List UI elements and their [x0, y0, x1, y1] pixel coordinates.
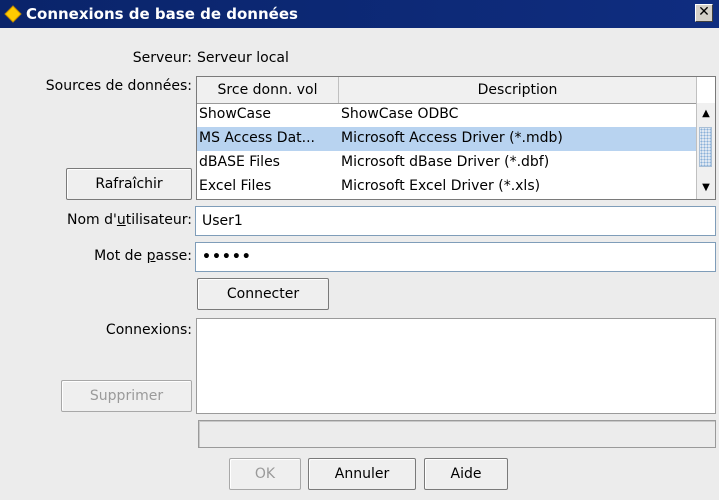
- scroll-up-icon[interactable]: ▲: [697, 105, 715, 123]
- column-header-name[interactable]: Srce donn. vol: [197, 77, 339, 103]
- username-input[interactable]: User1: [195, 206, 716, 236]
- row-name: Excel Files: [199, 178, 272, 194]
- password-input[interactable]: •••••: [195, 242, 716, 272]
- username-label: Nom d'utilisateur:: [67, 212, 192, 228]
- password-label: Mot de passe:: [94, 248, 192, 264]
- column-header-description[interactable]: Description: [339, 77, 697, 103]
- row-description: Microsoft Excel Driver (*.xls): [341, 178, 541, 194]
- diamond-icon: [4, 5, 22, 23]
- status-field: [198, 420, 716, 448]
- row-description: Microsoft dBase Driver (*.dbf): [341, 154, 550, 170]
- row-name: MS Access Dat...: [199, 130, 315, 146]
- connections-list[interactable]: [196, 318, 716, 414]
- cancel-button[interactable]: Annuler: [308, 458, 416, 490]
- row-name: ShowCase: [199, 106, 272, 122]
- delete-button[interactable]: Supprimer: [61, 380, 192, 412]
- table-row[interactable]: Excel Files Microsoft Excel Driver (*.xl…: [197, 175, 697, 199]
- connections-label: Connexions:: [105, 322, 192, 338]
- data-sources-table: Srce donn. vol Description ShowCase Show…: [196, 76, 716, 200]
- row-description: Microsoft Access Driver (*.mdb): [341, 130, 563, 146]
- connect-button[interactable]: Connecter: [197, 278, 329, 310]
- scroll-down-icon[interactable]: ▼: [697, 179, 715, 197]
- table-scrollbar[interactable]: ▲ ▼: [696, 103, 715, 199]
- title-bar: Connexions de base de données ✕: [0, 0, 719, 28]
- table-row[interactable]: dBASE Files Microsoft dBase Driver (*.db…: [197, 151, 697, 175]
- refresh-button[interactable]: Rafraîchir: [66, 168, 192, 200]
- help-button[interactable]: Aide: [424, 458, 508, 490]
- window-title: Connexions de base de données: [26, 5, 298, 23]
- data-sources-label: Sources de données:: [45, 78, 192, 94]
- close-button[interactable]: ✕: [695, 4, 713, 22]
- scroll-thumb[interactable]: [699, 127, 712, 167]
- server-value: Serveur local: [197, 50, 289, 66]
- table-header: Srce donn. vol Description: [197, 77, 697, 104]
- ok-button[interactable]: OK: [229, 458, 301, 490]
- row-name: dBASE Files: [199, 154, 280, 170]
- server-label: Serveur:: [132, 50, 192, 66]
- row-description: ShowCase ODBC: [341, 106, 459, 122]
- table-row[interactable]: ShowCase ShowCase ODBC: [197, 103, 697, 127]
- table-row-selected[interactable]: MS Access Dat... Microsoft Access Driver…: [197, 127, 697, 151]
